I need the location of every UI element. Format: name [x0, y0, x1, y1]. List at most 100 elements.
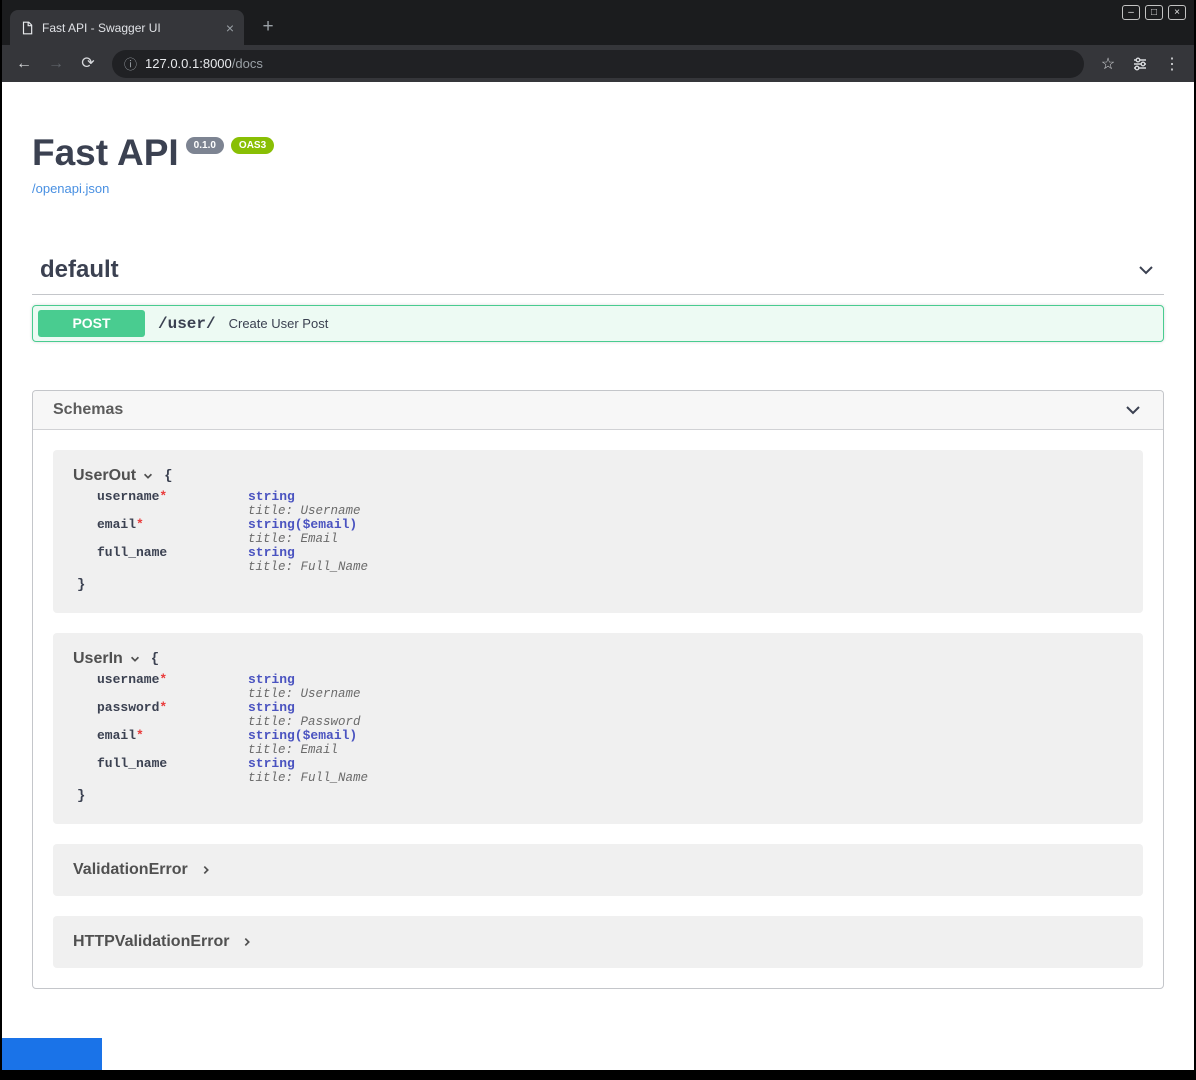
close-brace: }	[77, 788, 1123, 804]
property-row: full_name string title: Full_Name	[97, 546, 1123, 574]
property-info: string title: Username	[248, 673, 361, 701]
operation-post-user[interactable]: POST /user/ Create User Post	[32, 305, 1164, 342]
window-controls: – □ ×	[1122, 5, 1186, 20]
chevron-down-icon	[142, 470, 154, 482]
property-type: string($email)	[248, 518, 357, 532]
minimize-button[interactable]: –	[1122, 5, 1140, 20]
property-name-text: full_name	[97, 756, 167, 771]
property-info: string($email) title: Email	[248, 518, 357, 546]
tag-header-default[interactable]: default	[32, 246, 1164, 295]
model-validationerror[interactable]: ValidationError	[53, 844, 1143, 896]
openapi-link[interactable]: /openapi.json	[32, 181, 109, 196]
property-type: string($email)	[248, 729, 357, 743]
chevron-down-icon	[1136, 260, 1156, 280]
maximize-button[interactable]: □	[1145, 5, 1163, 20]
property-row: username* string title: Username	[97, 490, 1123, 518]
tab-title: Fast API - Swagger UI	[42, 21, 218, 35]
page-info-icon[interactable]: ⓘ	[124, 54, 137, 73]
close-brace: }	[77, 577, 1123, 593]
tag-title: default	[40, 256, 119, 284]
titlebar: Fast API - Swagger UI × + – □ ×	[2, 0, 1194, 45]
property-title: title: Full_Name	[248, 771, 368, 785]
close-button[interactable]: ×	[1168, 5, 1186, 20]
property-name: full_name	[97, 546, 248, 574]
api-info-header: Fast API 0.1.0 OAS3	[32, 134, 1164, 172]
browser-toolbar: ← → ⟳ ⓘ 127.0.0.1:8000/docs ☆ ⋮	[2, 45, 1194, 82]
property-name-text: full_name	[97, 545, 167, 560]
property-name: email*	[97, 518, 248, 546]
property-name-text: email	[97, 728, 136, 743]
property-list: username* string title: Username email* …	[97, 490, 1123, 574]
property-name: password*	[97, 701, 248, 729]
property-name: email*	[97, 729, 248, 757]
property-info: string($email) title: Email	[248, 729, 357, 757]
tab-close-button[interactable]: ×	[226, 21, 234, 35]
bookmark-star-icon[interactable]: ☆	[1096, 52, 1120, 76]
chevron-down-icon	[1123, 400, 1143, 420]
property-row: username* string title: Username	[97, 673, 1123, 701]
property-row: email* string($email) title: Email	[97, 729, 1123, 757]
open-brace: {	[164, 468, 172, 484]
oas3-badge: OAS3	[231, 137, 274, 154]
required-star: *	[159, 700, 167, 715]
property-name: username*	[97, 490, 248, 518]
chevron-right-icon	[200, 864, 212, 876]
property-type: string	[248, 673, 361, 687]
property-info: string title: Full_Name	[248, 757, 368, 785]
model-userout-toggle[interactable]: UserOut {	[73, 465, 1123, 487]
property-info: string title: Password	[248, 701, 361, 729]
url-bar[interactable]: ⓘ 127.0.0.1:8000/docs	[112, 50, 1084, 78]
property-info: string title: Username	[248, 490, 361, 518]
operation-path: /user/	[158, 315, 216, 333]
model-httpvalidationerror[interactable]: HTTPValidationError	[53, 916, 1143, 968]
property-type: string	[248, 701, 361, 715]
schemas-header[interactable]: Schemas	[33, 391, 1163, 430]
property-name: username*	[97, 673, 248, 701]
required-star: *	[136, 517, 144, 532]
reload-button[interactable]: ⟳	[76, 52, 100, 76]
model-title: UserOut	[73, 467, 136, 485]
kebab-menu-icon[interactable]: ⋮	[1160, 52, 1184, 76]
property-name-text: email	[97, 517, 136, 532]
property-title: title: Username	[248, 687, 361, 701]
property-name-text: username	[97, 489, 159, 504]
model-title: UserIn	[73, 650, 123, 668]
open-brace: {	[151, 651, 159, 667]
url-host: 127.0.0.1:8000	[145, 56, 232, 71]
property-title: title: Email	[248, 532, 357, 546]
new-tab-button[interactable]: +	[256, 16, 280, 38]
property-row: full_name string title: Full_Name	[97, 757, 1123, 785]
url-path: /docs	[232, 56, 263, 71]
property-type: string	[248, 546, 368, 560]
browser-window: Fast API - Swagger UI × + – □ × ← → ⟳ ⓘ …	[2, 0, 1194, 1070]
property-type: string	[248, 490, 361, 504]
property-row: password* string title: Password	[97, 701, 1123, 729]
required-star: *	[159, 489, 167, 504]
schemas-section: Schemas UserOut {	[32, 390, 1164, 989]
sliders-icon[interactable]	[1128, 52, 1152, 76]
property-list: username* string title: Username passwor…	[97, 673, 1123, 785]
version-badge: 0.1.0	[186, 137, 224, 154]
api-title: Fast API	[32, 134, 179, 172]
operation-summary: Create User Post	[229, 316, 329, 331]
back-button[interactable]: ←	[12, 52, 36, 76]
property-title: title: Password	[248, 715, 361, 729]
required-star: *	[159, 672, 167, 687]
browser-tab[interactable]: Fast API - Swagger UI ×	[10, 10, 244, 45]
url-text: 127.0.0.1:8000/docs	[145, 55, 263, 73]
property-info: string title: Full_Name	[248, 546, 368, 574]
required-star: *	[136, 728, 144, 743]
model-userin: UserIn { username* string title: Usernam…	[53, 633, 1143, 824]
property-title: title: Email	[248, 743, 357, 757]
chevron-down-icon	[129, 653, 141, 665]
property-name-text: password	[97, 700, 159, 715]
swagger-page: Fast API 0.1.0 OAS3 /openapi.json defaul…	[2, 82, 1194, 1070]
document-icon	[20, 21, 34, 35]
chevron-right-icon	[241, 936, 253, 948]
forward-button[interactable]: →	[44, 52, 68, 76]
property-title: title: Full_Name	[248, 560, 368, 574]
bottom-accent-block	[2, 1038, 102, 1070]
model-title: ValidationError	[73, 861, 188, 879]
model-userin-toggle[interactable]: UserIn {	[73, 648, 1123, 670]
property-name-text: username	[97, 672, 159, 687]
